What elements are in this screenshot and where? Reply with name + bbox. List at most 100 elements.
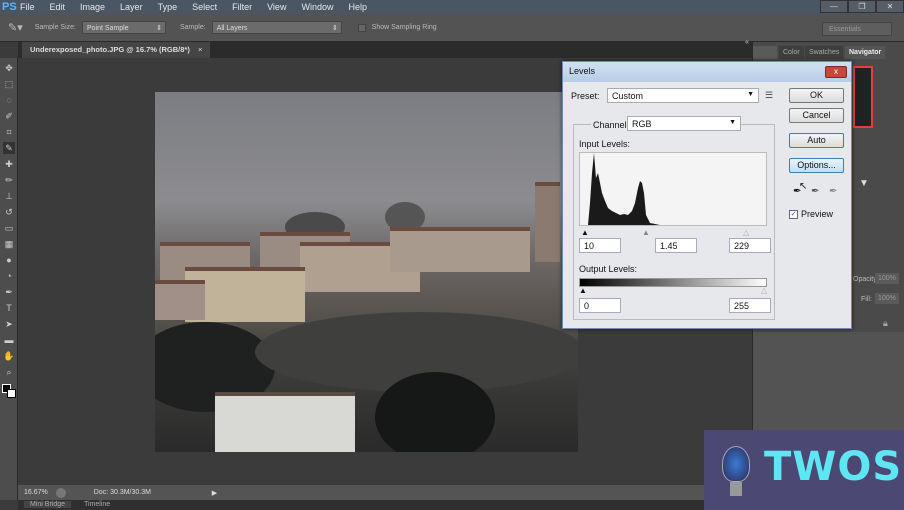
output-black-field[interactable]: 0 [579,298,621,313]
opacity-field[interactable]: 100% [875,273,899,284]
tools-panel: ✥ ⬚ ◌ ✐ ⌗ ✎ ✚ ✏ ⊥ ↺ ▭ ▦ ● ◔ ✒ T ➤ ▬ ✋ ⌕ [0,58,18,500]
sample-label: Sample: [180,24,206,31]
black-point-eyedropper-icon[interactable]: ✒ [793,186,801,197]
status-menu-arrow-icon[interactable]: ▶ [212,489,217,497]
channel-value: RGB [632,119,652,129]
preview-checkbox[interactable]: ✓ [789,210,798,219]
menu-help[interactable]: Help [348,2,367,12]
document-tab-title: Underexposed_photo.JPG @ 16.7% (RGB/8*) [30,45,190,54]
lightbulb-base-icon [730,482,742,496]
input-white-slider[interactable]: △ [743,228,749,237]
sample-size-select[interactable]: Point Sample [82,21,166,35]
type-tool-icon[interactable]: T [3,302,15,314]
menu-file[interactable]: File [20,2,35,12]
sample-size-label: Sample Size: [34,24,76,31]
preset-options-icon[interactable]: ☰ [765,90,773,101]
collapse-arrows-icon[interactable]: « [745,39,749,46]
close-tab-icon[interactable]: × [198,45,202,54]
panel-tab-color[interactable]: Color [779,46,804,59]
menu-view[interactable]: View [267,2,286,12]
gray-point-eyedropper-icon[interactable]: ✒ [811,186,819,197]
eyedropper-icon[interactable]: ✎▾ [8,21,23,34]
gradient-tool-icon[interactable]: ▦ [3,238,15,250]
levels-dialog: Levels x Preset: Custom ▼ ☰ Channel: RGB ▼… [562,61,852,329]
workspace-select[interactable]: Essentials [822,22,892,36]
output-black-slider[interactable]: ▲ [579,286,587,295]
fill-field[interactable]: 100% [875,293,899,304]
white-point-eyedropper-icon[interactable]: ✒ [829,186,837,197]
background-color-swatch[interactable] [7,389,16,398]
menu-edit[interactable]: Edit [50,2,66,12]
preset-select[interactable]: Custom ▼ [607,88,759,103]
output-white-field[interactable]: 255 [729,298,771,313]
cancel-button[interactable]: Cancel [789,108,844,123]
fill-label: Fill: [861,296,872,303]
eyedropper-tool-icon[interactable]: ✎ [3,142,15,154]
output-white-slider[interactable]: △ [761,286,767,295]
pen-tool-icon[interactable]: ✒ [3,286,15,298]
status-bar: 16.67% Doc: 30.3M/30.3M ▶ [18,485,752,500]
panel-collapse-button[interactable] [753,46,777,59]
panel-tab-swatches[interactable]: Swatches [805,46,844,59]
quick-select-tool-icon[interactable]: ✐ [3,110,15,122]
layer-filter-icon[interactable]: ▼ [859,178,869,189]
lock-icon[interactable]: 🔒︎ [883,318,888,329]
histogram [579,152,767,226]
channel-select[interactable]: RGB ▼ [627,116,741,131]
document-image[interactable] [155,92,578,452]
zoom-level[interactable]: 16.67% [24,489,48,496]
ok-button[interactable]: OK [789,88,844,103]
lightbulb-logo-icon [722,446,750,482]
dialog-close-button[interactable]: x [825,66,847,78]
input-gamma-slider[interactable]: ▲ [642,228,650,237]
menu-bar: PS File Edit Image Layer Type Select Fil… [0,0,904,14]
stamp-tool-icon[interactable]: ⊥ [3,190,15,202]
menu-layer[interactable]: Layer [120,2,143,12]
close-window-button[interactable]: ✕ [876,0,904,13]
menu-select[interactable]: Select [192,2,217,12]
panel-tab-navigator[interactable]: Navigator [845,46,886,59]
input-gamma-field[interactable]: 1.45 [655,238,697,253]
menu-window[interactable]: Window [301,2,333,12]
restore-button[interactable]: ❐ [848,0,876,13]
input-levels-label: Input Levels: [579,139,631,149]
healing-tool-icon[interactable]: ✚ [3,158,15,170]
navigator-thumbnail[interactable] [853,66,873,128]
doc-size: Doc: 30.3M/30.3M [93,489,151,496]
tab-timeline[interactable]: Timeline [78,501,116,508]
blur-tool-icon[interactable]: ● [3,254,15,266]
crop-tool-icon[interactable]: ⌗ [3,126,15,138]
document-tab[interactable]: Underexposed_photo.JPG @ 16.7% (RGB/8*) … [22,42,211,58]
shape-tool-icon[interactable]: ▬ [3,334,15,346]
status-info-icon[interactable] [55,487,66,498]
hand-tool-icon[interactable]: ✋ [3,350,15,362]
dodge-tool-icon[interactable]: ◔ [3,270,15,282]
menu-type[interactable]: Type [158,2,178,12]
auto-button[interactable]: Auto [789,133,844,148]
options-button[interactable]: Options... [789,158,844,173]
preset-label: Preset: [571,91,600,101]
dialog-title: Levels [563,62,851,82]
tab-mini-bridge[interactable]: Mini Bridge [24,501,72,508]
input-white-field[interactable]: 229 [729,238,771,253]
output-levels-label: Output Levels: [579,264,638,274]
sample-select[interactable]: All Layers [211,21,342,35]
eraser-tool-icon[interactable]: ▭ [3,222,15,234]
histogram-shape [588,153,660,225]
move-tool-icon[interactable]: ✥ [3,62,15,74]
marquee-tool-icon[interactable]: ⬚ [3,78,15,90]
twos-watermark: TWOS [704,430,904,510]
minimize-button[interactable]: — [820,0,848,13]
input-black-field[interactable]: 10 [579,238,621,253]
zoom-tool-icon[interactable]: ⌕ [3,366,15,378]
menu-image[interactable]: Image [80,2,105,12]
path-select-icon[interactable]: ➤ [3,318,15,330]
preset-value: Custom [612,91,644,101]
lasso-tool-icon[interactable]: ◌ [3,94,15,106]
history-brush-icon[interactable]: ↺ [3,206,15,218]
show-sampling-ring-checkbox[interactable] [357,23,366,32]
brush-tool-icon[interactable]: ✏ [3,174,15,186]
watermark-text: TWOS [764,444,903,490]
input-black-slider[interactable]: ▲ [581,228,589,237]
menu-filter[interactable]: Filter [232,2,252,12]
